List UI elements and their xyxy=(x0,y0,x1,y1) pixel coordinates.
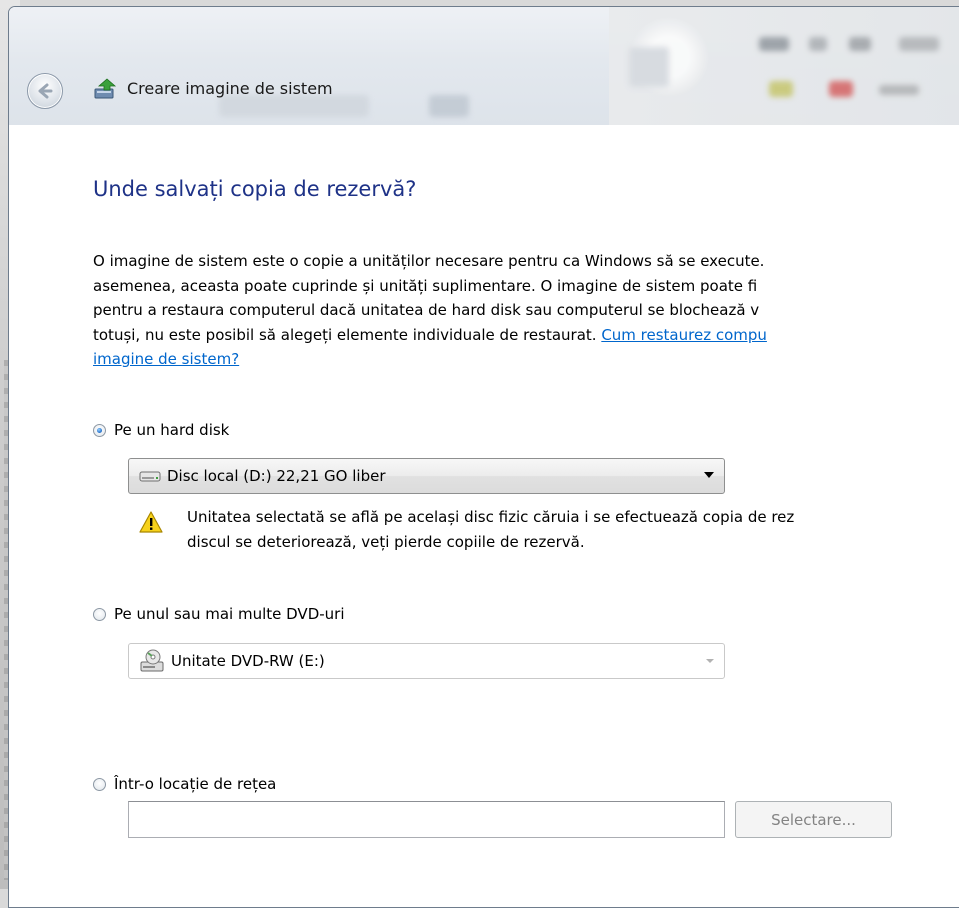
radio-button-checked[interactable] xyxy=(93,423,106,437)
hard-disk-icon xyxy=(139,471,161,482)
back-arrow-icon xyxy=(38,83,53,99)
radio-hard-disk[interactable]: Pe un hard disk xyxy=(93,421,229,439)
help-link[interactable]: Cum restaurez compu xyxy=(601,326,767,344)
page-title: Unde salvați copia de rezervă? xyxy=(93,177,417,201)
network-location-input[interactable] xyxy=(128,801,725,838)
dvd-dropdown[interactable]: Unitate DVD-RW (E:) xyxy=(128,643,725,679)
warning-text: Unitatea selectată se află pe același di… xyxy=(187,505,794,554)
hard-disk-dropdown[interactable]: Disc local (D:) 22,21 GO liber xyxy=(128,458,725,494)
back-button[interactable] xyxy=(27,73,63,109)
background-blur-tabs xyxy=(219,95,369,117)
backup-icon xyxy=(94,78,117,99)
radio-button[interactable] xyxy=(93,607,106,621)
description-line-text: totuși, nu este posibil să alegeți eleme… xyxy=(93,325,602,344)
content-area: Unde salvați copia de rezervă? O imagine… xyxy=(9,125,959,907)
window-title: Creare imagine de sistem xyxy=(127,79,333,98)
radio-button[interactable] xyxy=(93,777,106,791)
hard-disk-dropdown-value: Disc local (D:) 22,21 GO liber xyxy=(167,467,386,485)
description-line: asemenea, aceasta poate cuprinde și unit… xyxy=(93,276,758,295)
dvd-dropdown-value: Unitate DVD-RW (E:) xyxy=(171,652,325,670)
radio-network-label: Într-o locație de rețea xyxy=(114,775,277,793)
dvd-drive-icon xyxy=(140,649,164,672)
create-system-image-window: Creare imagine de sistem Unde salvați co… xyxy=(8,6,959,908)
description-line: totuși, nu este posibil să alegeți eleme… xyxy=(93,323,959,348)
description: O imagine de sistem este o copie a unită… xyxy=(93,249,959,372)
warning-icon xyxy=(139,511,163,533)
select-button[interactable]: Selectare... xyxy=(735,801,892,838)
warning-line: Unitatea selectată se află pe același di… xyxy=(187,508,795,526)
radio-network[interactable]: Într-o locație de rețea xyxy=(93,775,276,793)
description-line: imagine de sistem? xyxy=(93,347,959,372)
title-bar: Creare imagine de sistem xyxy=(9,7,959,126)
radio-dvd[interactable]: Pe unul sau mai multe DVD-uri xyxy=(93,605,345,623)
chevron-down-icon[interactable] xyxy=(704,472,714,478)
radio-hard-disk-label: Pe un hard disk xyxy=(114,421,230,439)
description-line: O imagine de sistem este o copie a unită… xyxy=(93,252,765,270)
help-link-continued[interactable]: imagine de sistem? xyxy=(93,350,239,368)
background-blur-item xyxy=(429,95,469,117)
background-app-blur xyxy=(609,7,959,125)
radio-dvd-label: Pe unul sau mai multe DVD-uri xyxy=(114,605,345,623)
description-line: pentru a restaura computerul dacă unitat… xyxy=(93,301,760,319)
chevron-down-icon[interactable] xyxy=(706,659,714,663)
warning-line: discul se deteriorează, veți pierde copi… xyxy=(187,532,585,551)
